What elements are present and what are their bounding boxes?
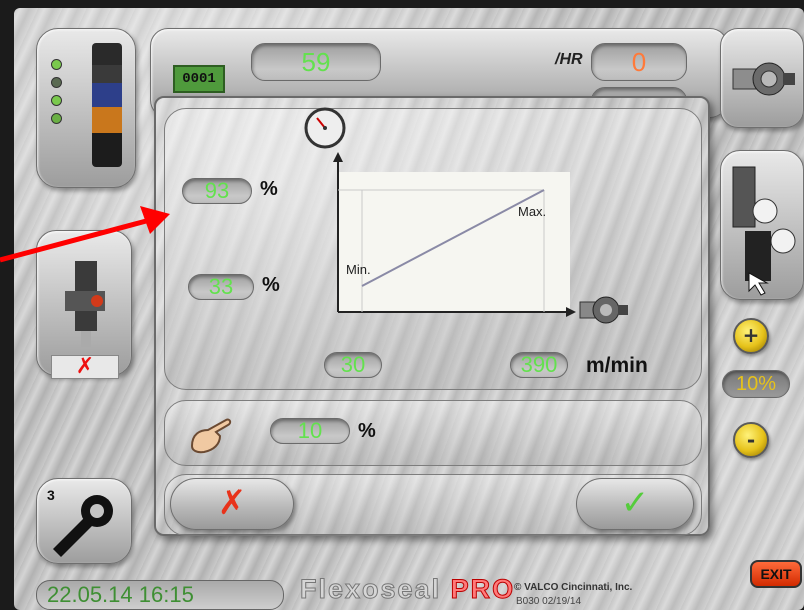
confirm-button[interactable]: ✓ (576, 478, 694, 530)
touch-screen: 0001 59 /HR 0 ✗ + 10% - 3 22.05.14 16:15… (0, 8, 804, 610)
max-speed-value[interactable]: 390 (510, 352, 568, 378)
speed-unit-label: m/min (586, 354, 648, 377)
red-arrow-annotation-icon (0, 206, 170, 263)
graph-min-label: Min. (346, 262, 371, 277)
step-panel (164, 400, 702, 466)
motor-icon (732, 62, 795, 96)
status-led-icon (51, 77, 62, 88)
speed-setting-dialog: 93 % 33 % Min. Max. 30 390 m/min 10 % ✗ … (154, 96, 710, 536)
increase-button[interactable]: + (733, 318, 769, 354)
brand-suffix: PRO (450, 574, 516, 605)
motor-button[interactable] (720, 28, 804, 128)
min-percent-unit: % (262, 274, 280, 296)
rate-label: /HR (555, 51, 583, 68)
min-percent-value[interactable]: 33 (188, 274, 254, 300)
brand-logo: Flexoseal PRO (299, 574, 516, 605)
graph-x-axis-arrow (566, 307, 576, 317)
menu-number: 3 (47, 487, 55, 503)
signal-tower-button[interactable] (36, 28, 136, 188)
motor-speed-icon (579, 296, 628, 324)
air-regulator-button[interactable] (720, 150, 804, 300)
applicator-disabled-icon: ✗ (51, 355, 119, 379)
counter-display: 0001 (173, 65, 225, 93)
pointing-hand-icon (190, 418, 232, 454)
cancel-button[interactable]: ✗ (170, 478, 294, 530)
light-tower-icon (92, 43, 122, 167)
graph-plot-area (338, 172, 570, 312)
status-led-icon (51, 113, 62, 124)
step-value: 10% (722, 370, 790, 398)
count-value: 59 (251, 43, 381, 81)
step-percent-unit: % (358, 420, 376, 442)
red-x-icon: ✗ (217, 483, 247, 523)
version-text: B030 02/19/14 (516, 596, 582, 607)
graph-y-axis-arrow (333, 152, 343, 162)
decrease-button[interactable]: - (733, 422, 769, 458)
status-led-icon (51, 95, 62, 106)
max-percent-value[interactable]: 93 (182, 178, 252, 204)
brand-name: Flexoseal (299, 574, 442, 605)
settings-menu-button[interactable]: 3 (36, 478, 132, 564)
exit-button[interactable]: EXIT (750, 560, 802, 588)
green-check-icon: ✓ (620, 483, 650, 523)
graph-max-label: Max. (518, 204, 546, 219)
rate-value: 0 (591, 43, 687, 81)
pressure-gauge-icon (304, 107, 346, 149)
date-time-display: 22.05.14 16:15 (36, 580, 284, 610)
min-speed-value[interactable]: 30 (324, 352, 382, 378)
max-percent-unit: % (260, 178, 278, 200)
speed-pressure-graph: Min. Max. (333, 152, 576, 317)
copyright-text: © VALCO Cincinnati, Inc. (514, 582, 633, 593)
air-regulator-icon (732, 166, 796, 296)
step-percent-value[interactable]: 10 (270, 418, 350, 444)
status-led-icon (51, 59, 62, 70)
